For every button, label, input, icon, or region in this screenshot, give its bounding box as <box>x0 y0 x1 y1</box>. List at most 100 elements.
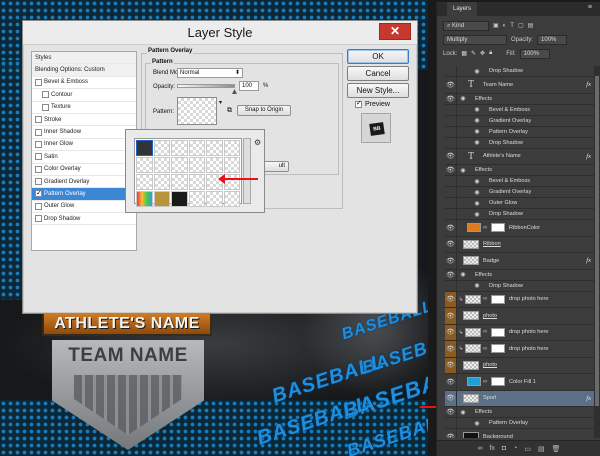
layer-row[interactable]: 👁︎ ↳ ∞ drop photo here <box>445 341 600 358</box>
visibility-eye-icon[interactable]: 👁︎ <box>445 220 457 236</box>
preview-checkbox[interactable]: Preview <box>355 99 390 108</box>
layer-effect-row[interactable]: ◉ Drop Shadow <box>445 280 600 292</box>
visibility-eye-icon[interactable] <box>445 66 457 76</box>
visibility-eye-icon[interactable]: 👁︎ <box>445 291 457 307</box>
visibility-eye-icon[interactable]: 👁︎ <box>445 357 457 373</box>
link-icon[interactable]: ∞ <box>481 379 489 385</box>
pattern-preset[interactable] <box>171 191 188 207</box>
visibility-eye-icon[interactable]: 👁︎ <box>445 390 457 406</box>
link-layers-icon[interactable]: ∞ <box>477 445 482 452</box>
visibility-eye-icon[interactable]: 👁︎ <box>445 374 457 390</box>
style-checkbox[interactable] <box>35 202 42 210</box>
dialog-close-button[interactable]: ✕ <box>379 23 411 40</box>
pattern-preset[interactable] <box>206 191 223 207</box>
style-item-texture[interactable]: Texture <box>32 102 136 114</box>
effects-eye-icon[interactable]: ◉ <box>457 409 469 416</box>
visibility-eye-icon[interactable]: 👁︎ <box>445 308 457 324</box>
pattern-preset[interactable] <box>153 191 170 207</box>
link-icon[interactable]: ∞ <box>481 296 489 302</box>
effects-eye-icon[interactable]: ◉ <box>457 95 469 102</box>
effect-eye-icon[interactable]: ◉ <box>471 139 483 146</box>
style-item-blending-options-custom[interactable]: Blending Options: Custom <box>32 64 136 77</box>
layer-effect-row[interactable]: 👁︎ ◉ Effects <box>445 93 600 105</box>
layer-row[interactable]: 👁︎ Ribbon <box>445 236 600 253</box>
filter-kind-select[interactable]: ⌕ Kind <box>443 20 489 31</box>
pattern-preset[interactable] <box>136 174 153 190</box>
fill-color-thumbnail[interactable] <box>467 223 481 233</box>
style-item-inner-glow[interactable]: Inner Glow <box>32 139 136 152</box>
pattern-preset[interactable] <box>136 157 153 173</box>
filter-pixel-icon[interactable]: ▣ <box>493 22 499 29</box>
filter-smart-icon[interactable]: ▤ <box>528 22 534 29</box>
visibility-eye-icon[interactable]: 👁︎ <box>445 236 457 252</box>
effects-eye-icon[interactable]: ◉ <box>457 271 469 278</box>
style-checkbox[interactable] <box>35 178 42 186</box>
layer-thumbnail[interactable] <box>463 393 479 403</box>
layer-row[interactable]: 👁︎ Badge fx <box>445 253 600 270</box>
visibility-eye-icon[interactable] <box>445 176 457 186</box>
layer-effects-icon[interactable]: fx <box>586 395 591 402</box>
layer-thumbnail[interactable] <box>465 327 481 337</box>
layer-mask-thumbnail[interactable] <box>491 294 505 304</box>
layer-list-scroll-thumb[interactable] <box>595 76 599 406</box>
pattern-preset[interactable] <box>136 140 153 156</box>
visibility-eye-icon[interactable]: 👁︎ <box>445 165 457 175</box>
style-item-styles[interactable]: Styles <box>32 52 136 65</box>
pattern-preset[interactable] <box>188 157 205 173</box>
lock-pixels-icon[interactable]: ✎ <box>471 50 476 57</box>
style-checkbox[interactable] <box>35 165 42 173</box>
visibility-eye-icon[interactable] <box>445 418 457 428</box>
adjustment-layer-icon[interactable]: ◔ <box>513 445 517 452</box>
effect-eye-icon[interactable]: ◉ <box>471 128 483 135</box>
pattern-preset[interactable] <box>206 140 223 156</box>
pattern-preset[interactable] <box>223 191 240 207</box>
dialog-titlebar[interactable]: Layer Style ✕ <box>23 21 417 45</box>
preview-check-icon[interactable] <box>355 99 362 108</box>
lock-position-icon[interactable]: ✥ <box>480 50 485 57</box>
effects-eye-icon[interactable]: ◉ <box>457 167 469 174</box>
new-preset-icon[interactable]: ⧉ <box>227 107 232 115</box>
visibility-eye-icon[interactable] <box>445 126 457 137</box>
fill-color-thumbnail[interactable] <box>467 377 481 387</box>
cancel-button[interactable]: Cancel <box>347 66 409 81</box>
layer-row[interactable]: 👁︎ T Team Name fx <box>445 77 600 94</box>
layer-fill-input[interactable]: 100% <box>519 48 550 59</box>
layer-thumbnail[interactable] <box>465 294 481 304</box>
effect-eye-icon[interactable]: ◉ <box>471 68 483 75</box>
layer-effects-icon[interactable]: fx <box>586 81 591 88</box>
pattern-preset[interactable] <box>223 174 240 190</box>
layer-effects-icon[interactable]: fx <box>586 257 591 264</box>
style-checkbox[interactable] <box>42 91 49 99</box>
layer-effect-row[interactable]: ◉ Pattern Overlay <box>445 126 600 138</box>
layer-mask-thumbnail[interactable] <box>491 344 505 354</box>
pattern-preset[interactable] <box>171 157 188 173</box>
layer-thumbnail[interactable] <box>463 360 479 370</box>
link-icon[interactable]: ∞ <box>481 329 489 335</box>
visibility-eye-icon[interactable]: 👁︎ <box>445 253 457 269</box>
gear-icon[interactable]: ⚙ <box>254 138 261 147</box>
visibility-eye-icon[interactable]: 👁︎ <box>445 429 457 438</box>
style-item-gradient-overlay[interactable]: Gradient Overlay <box>32 176 136 189</box>
layer-effect-row[interactable]: ◉ Gradient Overlay <box>445 187 600 198</box>
layer-effect-row[interactable]: ◉ Bevel & Emboss <box>445 104 600 116</box>
visibility-eye-icon[interactable]: 👁︎ <box>445 269 457 280</box>
pattern-preset[interactable] <box>153 157 170 173</box>
pattern-swatch[interactable] <box>177 97 217 125</box>
visibility-eye-icon[interactable]: 👁︎ <box>445 93 457 104</box>
style-item-drop-shadow[interactable]: Drop Shadow <box>32 213 136 226</box>
layer-row[interactable]: 👁︎ Background <box>445 429 600 438</box>
pattern-preset[interactable] <box>136 191 153 207</box>
add-style-icon[interactable]: fx <box>489 445 494 452</box>
visibility-eye-icon[interactable] <box>445 137 457 148</box>
layer-row[interactable]: 👁︎ ∞ Color Fill 1 <box>445 374 600 391</box>
visibility-eye-icon[interactable] <box>445 209 457 219</box>
style-item-inner-shadow[interactable]: Inner Shadow <box>32 126 136 139</box>
link-icon[interactable]: ∞ <box>481 346 489 352</box>
layer-mask-thumbnail[interactable] <box>491 377 505 387</box>
layer-mask-thumbnail[interactable] <box>491 327 505 337</box>
layer-thumbnail[interactable] <box>463 256 479 266</box>
style-checkbox[interactable] <box>35 128 42 136</box>
effect-eye-icon[interactable]: ◉ <box>471 106 483 113</box>
style-item-contour[interactable]: Contour <box>32 89 136 102</box>
lock-all-icon[interactable]: 🔒︎ <box>489 50 492 57</box>
